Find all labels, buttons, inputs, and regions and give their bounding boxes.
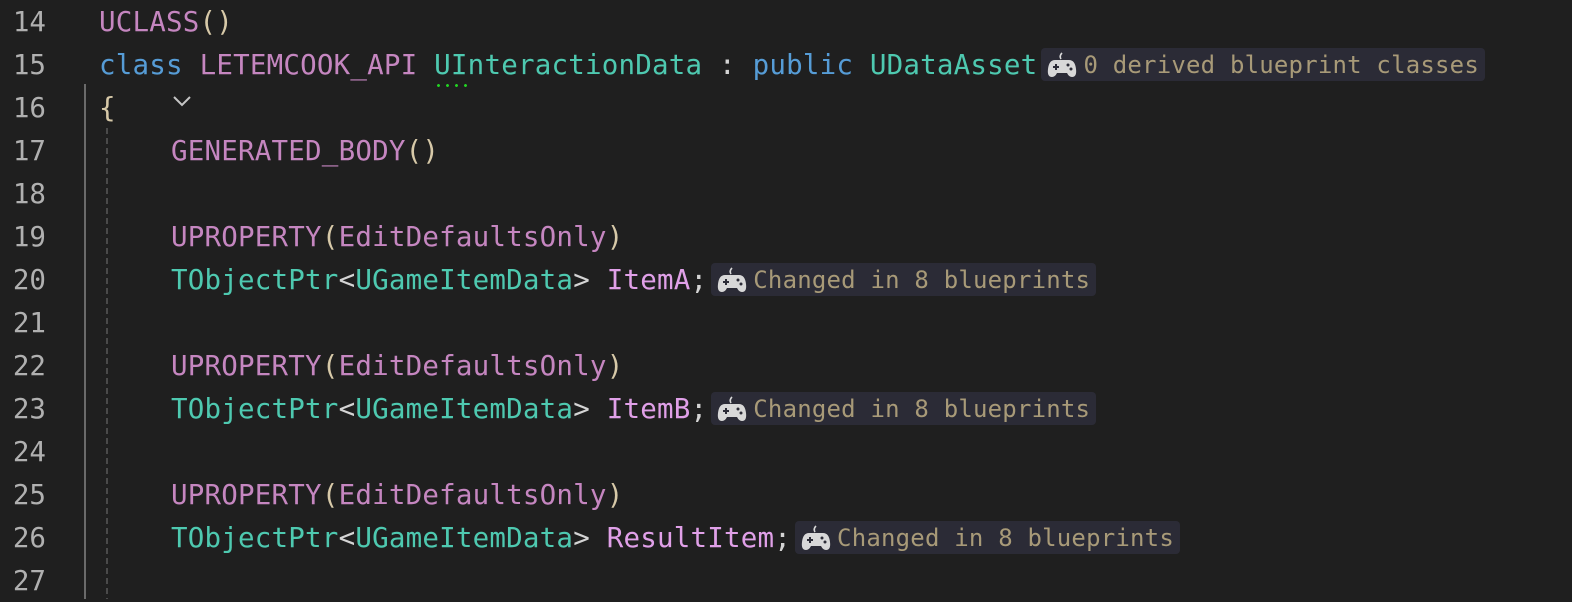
- line-number: 19: [12, 220, 46, 253]
- code-line[interactable]: 22 UPROPERTY(EditDefaultsOnly): [0, 344, 1572, 387]
- angle-token: <: [338, 392, 356, 425]
- line-code: UPROPERTY(EditDefaultsOnly): [171, 479, 623, 511]
- code-line[interactable]: 18: [0, 172, 1572, 215]
- code-line[interactable]: 21: [0, 301, 1572, 344]
- base-class-token: UDataAsset: [869, 48, 1038, 81]
- paren-token: (): [405, 134, 440, 167]
- type-token: TObjectPtr: [171, 392, 339, 425]
- code-line[interactable]: 17 GENERATED_BODY(): [0, 129, 1572, 172]
- line-code: GENERATED_BODY(): [171, 135, 439, 167]
- line-number: 18: [12, 177, 46, 210]
- class-name-token[interactable]: UInteractionData: [434, 49, 702, 87]
- angle-token: >: [573, 521, 607, 554]
- code-line[interactable]: 23 TObjectPtr < UGameItemData > ItemB; Chan…: [0, 387, 1572, 430]
- line-number: 23: [12, 392, 46, 425]
- angle-token: >: [573, 263, 607, 296]
- member-token: ItemB: [606, 392, 691, 425]
- code-line[interactable]: 25 UPROPERTY(EditDefaultsOnly): [0, 473, 1572, 516]
- code-line[interactable]: 16 {: [0, 86, 1572, 129]
- angle-token: <: [338, 521, 356, 554]
- type-token: UGameItemData: [355, 392, 574, 425]
- paren-token: ): [606, 478, 624, 511]
- line-number: 27: [12, 564, 46, 597]
- line-code: class LETEMCOOK_API UInteractionData : p…: [99, 48, 1485, 87]
- code-line[interactable]: 24: [0, 430, 1572, 473]
- code-line[interactable]: 14 UCLASS(): [0, 0, 1572, 43]
- line-number: 21: [12, 306, 46, 339]
- hint-text: Changed in 8 blueprints: [753, 394, 1091, 423]
- gamepad-icon: [801, 524, 831, 552]
- chevron-down-icon[interactable]: [72, 55, 192, 107]
- angle-token: >: [573, 392, 607, 425]
- macro-token: UPROPERTY: [171, 220, 322, 253]
- code-editor[interactable]: 14 UCLASS() 15 class LETEMCOOK_API UInte…: [0, 0, 1572, 599]
- type-token: UGameItemData: [355, 263, 574, 296]
- semicolon-token: ;: [690, 263, 708, 296]
- line-number: 14: [12, 5, 46, 38]
- line-number: 17: [12, 134, 46, 167]
- line-code: UCLASS(): [99, 6, 233, 38]
- codelens-hint[interactable]: Changed in 8 blueprints: [711, 392, 1097, 425]
- macro-token: UCLASS: [99, 5, 200, 38]
- semicolon-token: ;: [690, 392, 708, 425]
- line-number: 25: [12, 478, 46, 511]
- codelens-hint[interactable]: Changed in 8 blueprints: [711, 263, 1097, 296]
- paren-token: (): [199, 5, 234, 38]
- specifier-token: EditDefaultsOnly: [338, 220, 607, 253]
- code-line[interactable]: 27: [0, 559, 1572, 602]
- macro-token: UPROPERTY: [171, 478, 322, 511]
- hint-text: Changed in 8 blueprints: [837, 523, 1174, 552]
- paren-token: ): [606, 220, 624, 253]
- line-code: TObjectPtr < UGameItemData > ItemA; Changed…: [171, 263, 1097, 296]
- semicolon-token: ;: [774, 521, 792, 554]
- line-number: 15: [12, 48, 46, 81]
- type-token: UGameItemData: [355, 521, 574, 554]
- macro-token: UPROPERTY: [171, 349, 322, 382]
- gamepad-icon: [717, 395, 747, 423]
- keyword-token: class: [99, 48, 183, 81]
- line-number: 16: [12, 91, 46, 124]
- angle-token: <: [338, 263, 356, 296]
- line-number: 22: [12, 349, 46, 382]
- gamepad-icon: [717, 266, 747, 294]
- macro-token: LETEMCOOK_API: [199, 48, 418, 81]
- line-number: 24: [12, 435, 46, 468]
- member-token: ItemA: [606, 263, 691, 296]
- hint-text: 0 derived blueprint classes: [1083, 50, 1479, 79]
- macro-token: GENERATED_BODY: [171, 134, 406, 167]
- line-code: {: [99, 92, 116, 124]
- code-line[interactable]: 15 class LETEMCOOK_API UInteractionData …: [0, 43, 1572, 107]
- paren-token: ): [606, 349, 624, 382]
- gamepad-icon: [1047, 51, 1077, 79]
- line-code: UPROPERTY(EditDefaultsOnly): [171, 350, 623, 382]
- type-token: TObjectPtr: [171, 521, 339, 554]
- colon-token: :: [702, 48, 753, 81]
- keyword-token: public: [752, 48, 854, 81]
- line-code: TObjectPtr < UGameItemData > ItemB; Changed…: [171, 392, 1097, 425]
- code-line[interactable]: 20 TObjectPtr < UGameItemData > ItemA; Chan…: [0, 258, 1572, 301]
- brace-token: {: [99, 91, 116, 124]
- member-token: ResultItem: [606, 521, 775, 554]
- line-number: 20: [12, 263, 46, 296]
- line-code: TObjectPtr < UGameItemData > ResultItem; Ch…: [171, 521, 1180, 554]
- paren-token: (: [321, 220, 339, 253]
- specifier-token: EditDefaultsOnly: [338, 349, 607, 382]
- line-number: 26: [12, 521, 46, 554]
- code-line[interactable]: 19 UPROPERTY(EditDefaultsOnly): [0, 215, 1572, 258]
- paren-token: (: [321, 478, 339, 511]
- paren-token: (: [321, 349, 339, 382]
- line-code: UPROPERTY(EditDefaultsOnly): [171, 221, 623, 253]
- codelens-hint[interactable]: 0 derived blueprint classes: [1041, 48, 1485, 81]
- type-token: TObjectPtr: [171, 263, 339, 296]
- hint-text: Changed in 8 blueprints: [753, 265, 1091, 294]
- code-line[interactable]: 26 TObjectPtr < UGameItemData > ResultItem;…: [0, 516, 1572, 559]
- codelens-hint[interactable]: Changed in 8 blueprints: [795, 521, 1180, 554]
- specifier-token: EditDefaultsOnly: [338, 478, 607, 511]
